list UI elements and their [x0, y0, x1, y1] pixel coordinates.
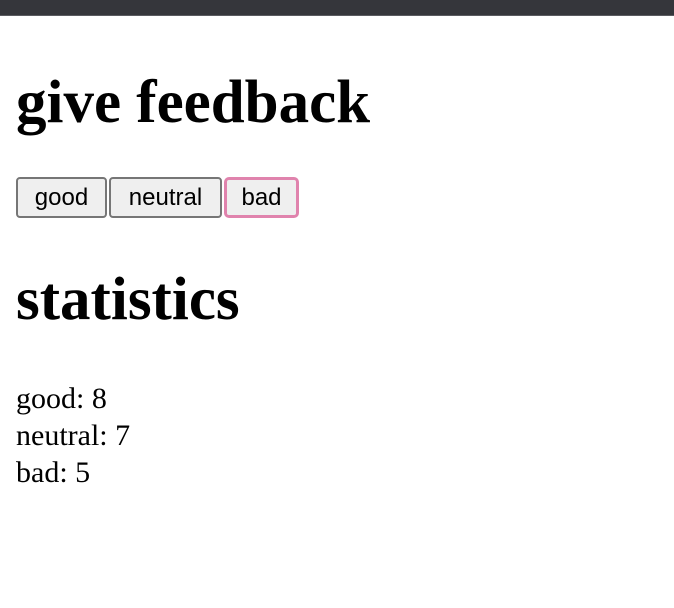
neutral-count: neutral: 7 — [16, 419, 131, 452]
good-count: good: 8 — [16, 382, 107, 415]
browser-top-bar — [0, 0, 674, 16]
neutral-button[interactable]: neutral — [109, 177, 222, 218]
statistics-heading: statistics — [16, 266, 240, 333]
good-button[interactable]: good — [16, 177, 107, 218]
bad-count: bad: 5 — [16, 456, 91, 489]
give-feedback-heading: give feedback — [16, 69, 371, 136]
bad-button[interactable]: bad — [224, 177, 299, 218]
feedback-button-group: good neutral bad — [16, 177, 299, 218]
statistics-list: good: 8 neutral: 7 bad: 5 — [16, 380, 130, 491]
